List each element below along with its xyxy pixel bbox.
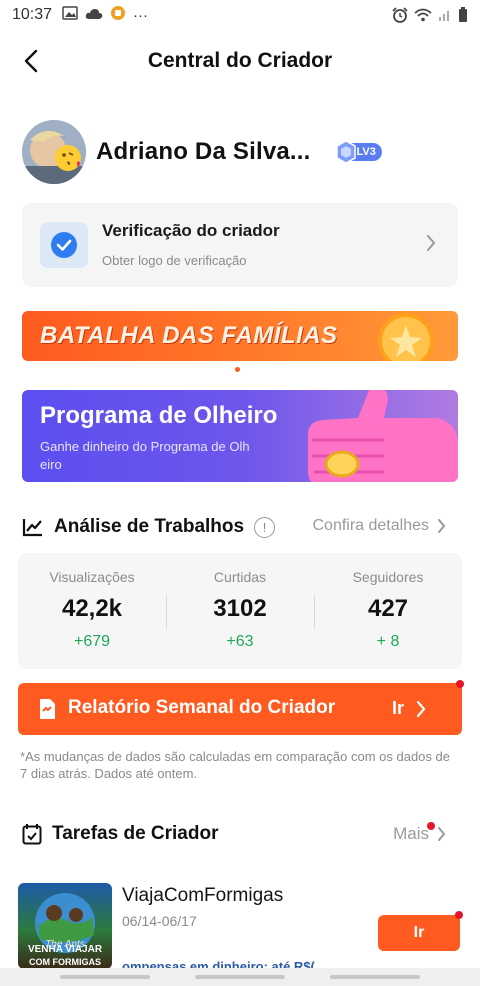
programa-de-olheiro-banner[interactable]: Programa de Olheiro Ganhe dinheiro do Pr… [22, 390, 458, 482]
stat-visualizacoes[interactable]: Visualizações 42,2k +679 [18, 553, 166, 669]
data-note: *As mudanças de dados são calculadas em … [20, 749, 450, 781]
weekly-report-go: Ir [391, 698, 404, 718]
level-hex-icon [335, 140, 356, 164]
gallery-icon [62, 6, 78, 24]
profile-row: Adriano Da Silva... LV3 [22, 120, 382, 184]
notification-dot [455, 911, 463, 919]
level-label: LV3 [356, 146, 376, 158]
analysis-header: Análise de Trabalhos ! Confira detalhes [22, 512, 458, 542]
tasks-title: Tarefas de Criador [52, 823, 219, 844]
level-badge[interactable]: LV3 [335, 140, 382, 164]
olheiro-subtitle: Ganhe dinheiro do Programa de Olh eiro [40, 438, 290, 474]
stat-delta: +63 [226, 633, 254, 650]
coin-icon [378, 313, 434, 361]
status-time: 10:37 [12, 6, 53, 23]
tasks-more-link[interactable]: Mais [393, 822, 446, 844]
nav-home-button[interactable] [195, 975, 285, 979]
details-link[interactable]: Confira detalhes [312, 517, 446, 535]
batalha-das-familias-banner[interactable]: BATALHA DAS FAMÍLIAS [22, 311, 458, 361]
back-button[interactable] [16, 46, 46, 76]
details-link-label: Confira detalhes [312, 517, 429, 534]
weekly-report-button[interactable]: Relatório Semanal do Criador Ir [18, 680, 464, 735]
chevron-right-icon [438, 827, 446, 841]
profile-name[interactable]: Adriano Da Silva... [96, 138, 311, 166]
avatar[interactable] [22, 120, 86, 184]
stat-label: Seguidores [352, 569, 424, 585]
olheiro-title: Programa de Olheiro [40, 402, 278, 429]
stat-value: 3102 [213, 595, 267, 622]
olheiro-subtitle-line2: eiro [40, 457, 62, 472]
app-notification-icon [110, 5, 126, 25]
top-bar: Central do Criador [0, 38, 480, 84]
stat-curtidas[interactable]: Curtidas 3102 +63 [166, 553, 314, 669]
signal-icon [438, 8, 452, 26]
nav-recent-button[interactable] [60, 975, 150, 979]
analysis-title: Análise de Trabalhos [54, 516, 245, 537]
task-thumbnail-caption2: COM FORMIGAS [29, 957, 101, 967]
system-navigation-bar [0, 968, 480, 986]
cloud-icon [85, 7, 103, 24]
nav-back-button[interactable] [330, 975, 420, 979]
check-badge-icon [51, 232, 77, 258]
wifi-icon [414, 8, 432, 26]
carousel-indicator [235, 367, 240, 372]
thumbs-up-icon [308, 390, 458, 482]
stat-delta: + 8 [376, 633, 400, 650]
task-item[interactable]: The Ants VENHA VIAJAR COM FORMIGAS Viaja… [18, 883, 463, 974]
page-title: Central do Criador [147, 49, 333, 72]
chevron-right-icon [427, 235, 436, 251]
report-document-icon [40, 699, 55, 719]
creator-verification-card[interactable]: Verificação do criador Obter logo de ver… [22, 203, 458, 287]
verification-subtitle: Obter logo de verificação [102, 253, 247, 268]
stat-delta: +679 [73, 633, 111, 650]
info-icon[interactable]: ! [254, 516, 276, 538]
stat-label: Visualizações [49, 569, 135, 585]
task-dates: 06/14-06/17 [122, 913, 197, 929]
task-go-label: Ir [413, 924, 425, 941]
stat-value: 42,2k [61, 595, 123, 622]
notification-dot [456, 680, 464, 688]
stat-label: Curtidas [213, 569, 267, 585]
chevron-right-icon [438, 519, 446, 533]
tasks-header: Tarefas de Criador Mais [22, 818, 458, 850]
weekly-report-label: Relatório Semanal do Criador [68, 697, 336, 718]
stat-seguidores[interactable]: Seguidores 427 + 8 [314, 553, 462, 669]
batalha-banner-text: BATALHA DAS FAMÍLIAS [40, 322, 338, 349]
notification-dot [427, 822, 436, 830]
verification-title: Verificação do criador [102, 221, 280, 240]
stat-value: 427 [367, 595, 409, 622]
alarm-icon [392, 7, 408, 27]
more-notifications: ··· [133, 6, 149, 24]
status-bar: 10:37 ··· [0, 0, 480, 30]
stats-card: Visualizações 42,2k +679 Curtidas 3102 +… [18, 553, 462, 669]
verification-icon-box [40, 222, 88, 268]
back-arrow-icon [24, 49, 38, 73]
task-thumbnail: The Ants VENHA VIAJAR COM FORMIGAS [18, 883, 112, 969]
task-name: ViajaComFormigas [122, 885, 284, 906]
calendar-check-icon [22, 824, 42, 845]
trend-chart-icon [22, 519, 42, 537]
olheiro-subtitle-line1: Ganhe dinheiro do Programa de Olh [40, 439, 250, 454]
chevron-right-icon [416, 700, 426, 718]
battery-icon [458, 7, 468, 27]
task-thumbnail-caption1: VENHA VIAJAR [27, 944, 103, 955]
tasks-more-label: Mais [393, 824, 429, 843]
task-go-button[interactable]: Ir [378, 911, 463, 951]
